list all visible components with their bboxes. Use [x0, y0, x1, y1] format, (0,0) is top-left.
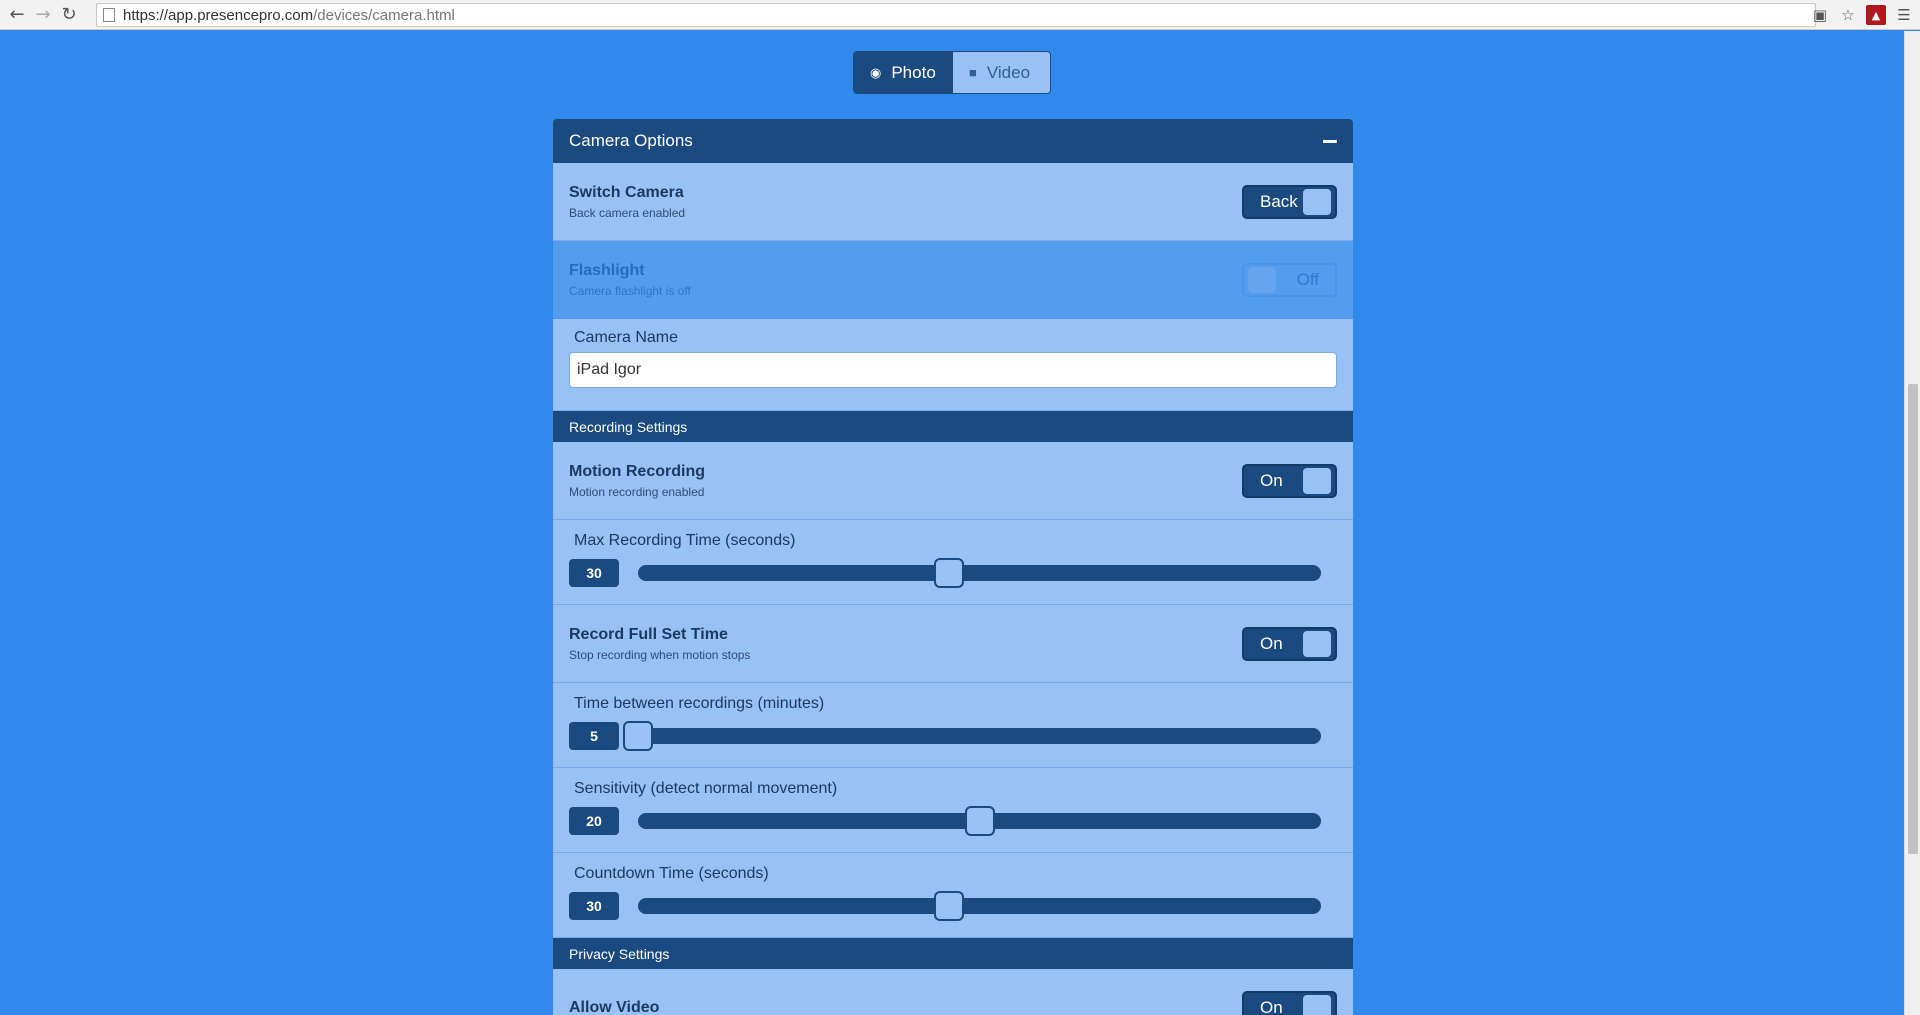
- sensitivity-row: Sensitivity (detect normal movement) 20: [553, 768, 1353, 853]
- record-full-set-time-title: Record Full Set Time: [569, 625, 728, 643]
- sensitivity-label: Sensitivity (detect normal movement): [574, 780, 838, 797]
- flashlight-subtitle: Camera flashlight is off: [569, 283, 691, 298]
- privacy-settings-header: Privacy Settings: [553, 938, 1353, 969]
- page-icon: [103, 8, 115, 22]
- flashlight-toggle[interactable]: Off: [1242, 262, 1337, 297]
- pdf-extension-icon[interactable]: ▲: [1866, 5, 1886, 25]
- url-host: https://app.presencepro.com: [123, 6, 314, 24]
- toggle-knob: [1303, 630, 1331, 657]
- motion-recording-state: On: [1260, 470, 1283, 490]
- sensitivity-slider[interactable]: [638, 806, 1321, 836]
- camera-name-input[interactable]: [569, 352, 1337, 388]
- motion-recording-row: Motion Recording Motion recording enable…: [553, 442, 1353, 520]
- toggle-knob: [1303, 467, 1331, 494]
- camera-name-row: Camera Name: [553, 319, 1353, 411]
- record-full-set-time-state: On: [1260, 633, 1283, 653]
- countdown-time-slider[interactable]: [638, 891, 1321, 921]
- record-full-set-time-toggle[interactable]: On: [1242, 626, 1337, 661]
- max-recording-time-label: Max Recording Time (seconds): [574, 532, 796, 549]
- toggle-knob: [1303, 994, 1331, 1015]
- browser-toolbar: ← → ↻ https://app.presencepro.com/device…: [0, 0, 1920, 30]
- allow-video-title: Allow Video: [569, 998, 660, 1015]
- page-scrollbar[interactable]: [1904, 31, 1920, 1015]
- flashlight-row: Flashlight Camera flashlight is off Off: [553, 241, 1353, 319]
- photo-video-toggle: ◉ Photo ■ Video: [853, 51, 1051, 94]
- page-content: ◉ Photo ■ Video Camera Options Switch Ca…: [0, 31, 1904, 1015]
- photo-label: Photo: [891, 62, 936, 82]
- camera-options-panel: Camera Options Switch Camera Back camera…: [553, 119, 1353, 1015]
- back-arrow-icon[interactable]: ←: [4, 2, 30, 28]
- switch-camera-state: Back: [1260, 191, 1298, 211]
- time-between-label: Time between recordings (minutes): [574, 695, 825, 712]
- toggle-knob: [1248, 266, 1276, 293]
- recording-settings-header: Recording Settings: [553, 411, 1353, 442]
- video-label: Video: [986, 62, 1031, 82]
- slider-thumb[interactable]: [623, 721, 653, 751]
- collapse-minus-icon[interactable]: [1323, 139, 1337, 143]
- photo-button[interactable]: ◉ Photo: [854, 52, 953, 93]
- forward-arrow-icon[interactable]: →: [30, 2, 56, 28]
- switch-camera-subtitle: Back camera enabled: [569, 205, 686, 220]
- camera-icon: ◉: [870, 64, 882, 80]
- flashlight-title: Flashlight: [569, 261, 645, 279]
- menu-icon[interactable]: ☰: [1894, 5, 1914, 25]
- max-recording-time-row: Max Recording Time (seconds) 30: [553, 520, 1353, 605]
- time-between-row: Time between recordings (minutes) 5: [553, 683, 1353, 768]
- address-bar[interactable]: https://app.presencepro.com/devices/came…: [96, 3, 1816, 27]
- countdown-time-label: Countdown Time (seconds): [574, 865, 769, 882]
- countdown-time-value: 30: [569, 892, 619, 920]
- video-button[interactable]: ■ Video: [953, 52, 1050, 93]
- allow-video-row: Allow Video On: [553, 969, 1353, 1015]
- max-recording-time-slider[interactable]: [638, 558, 1321, 588]
- time-between-value: 5: [569, 722, 619, 750]
- motion-recording-title: Motion Recording: [569, 462, 705, 480]
- motion-recording-subtitle: Motion recording enabled: [569, 484, 705, 499]
- switch-camera-toggle[interactable]: Back: [1242, 184, 1337, 219]
- switch-camera-row: Switch Camera Back camera enabled Back: [553, 163, 1353, 241]
- translate-icon[interactable]: ▣: [1810, 5, 1830, 25]
- camera-options-header[interactable]: Camera Options: [553, 119, 1353, 163]
- reload-icon[interactable]: ↻: [56, 2, 82, 28]
- sensitivity-value: 20: [569, 807, 619, 835]
- max-recording-time-value: 30: [569, 559, 619, 587]
- switch-camera-title: Switch Camera: [569, 183, 684, 201]
- url-path: /devices/camera.html: [313, 6, 455, 24]
- toggle-knob: [1303, 188, 1331, 215]
- allow-video-state: On: [1260, 997, 1283, 1015]
- flashlight-state: Off: [1296, 269, 1319, 289]
- allow-video-toggle[interactable]: On: [1242, 990, 1337, 1015]
- camera-name-label: Camera Name: [574, 329, 679, 346]
- time-between-slider[interactable]: [623, 721, 1321, 751]
- bookmark-star-icon[interactable]: ☆: [1838, 5, 1858, 25]
- record-full-set-time-subtitle: Stop recording when motion stops: [569, 647, 751, 662]
- slider-thumb[interactable]: [964, 806, 995, 836]
- motion-recording-toggle[interactable]: On: [1242, 463, 1337, 498]
- video-camera-icon: ■: [969, 65, 977, 80]
- scrollbar-thumb[interactable]: [1908, 384, 1918, 854]
- record-full-set-time-row: Record Full Set Time Stop recording when…: [553, 605, 1353, 683]
- slider-thumb[interactable]: [933, 558, 964, 588]
- camera-options-title: Camera Options: [569, 131, 693, 150]
- slider-thumb[interactable]: [933, 891, 964, 921]
- countdown-time-row: Countdown Time (seconds) 30: [553, 853, 1353, 938]
